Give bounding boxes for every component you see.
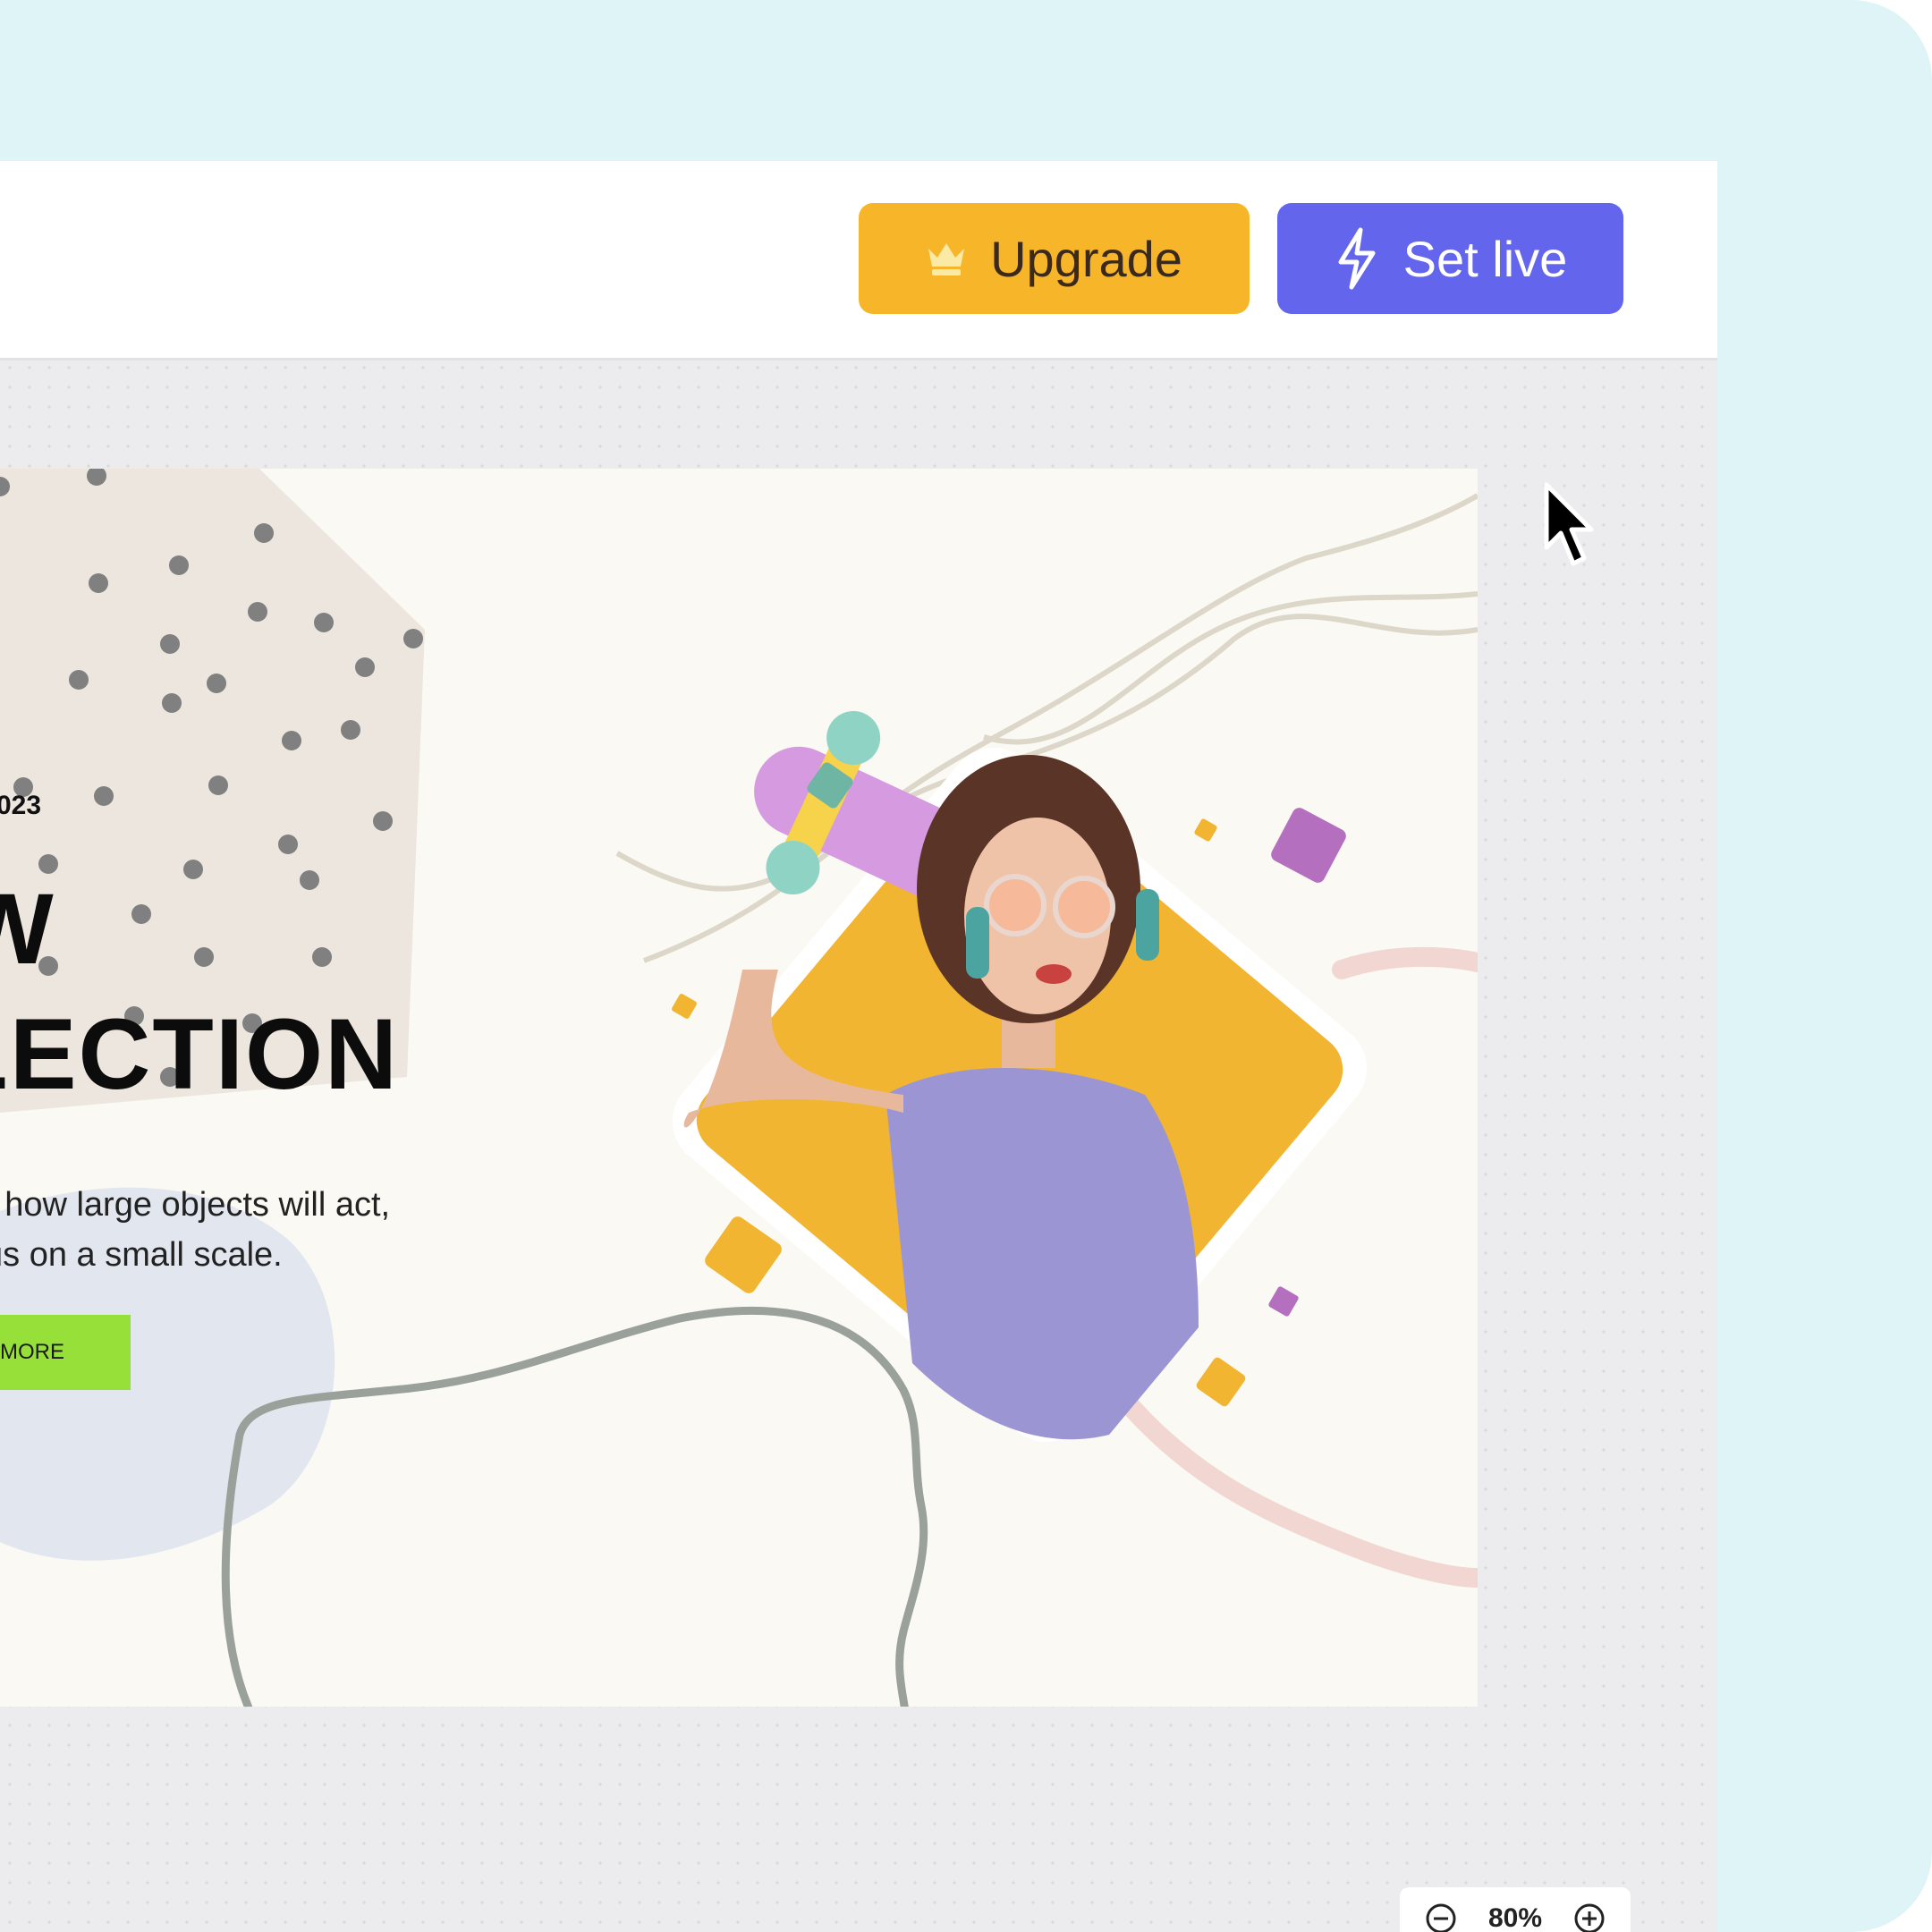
mouse-pointer-icon (1543, 481, 1597, 575)
design-canvas[interactable]: 023 W LLECTION r how large objects will … (0, 469, 1478, 1707)
set-live-button[interactable]: Set live (1277, 203, 1623, 314)
top-toolbar: Upgrade Set live (0, 161, 1717, 360)
zoom-control: 80% (1400, 1887, 1631, 1932)
collection-year: 023 (0, 791, 42, 820)
body-copy-line-1: r how large objects will act, (0, 1186, 391, 1224)
crown-icon (926, 240, 967, 277)
zoom-out-icon[interactable] (1425, 1902, 1457, 1932)
app-frame: Upgrade Set live 023 W ECTION r how larg… (0, 0, 1932, 1932)
headline-line-2: LLECTION (0, 998, 399, 1110)
read-more-label: MORE (0, 1340, 64, 1364)
upgrade-label: Upgrade (990, 230, 1182, 287)
body-copy-line-2: us on a small scale. (0, 1236, 283, 1274)
upgrade-button[interactable]: Upgrade (859, 203, 1250, 314)
body-copy: r how large objects will act, us on a sm… (0, 1180, 390, 1280)
zoom-level: 80% (1487, 1903, 1543, 1932)
editor-workspace: Upgrade Set live 023 W ECTION r how larg… (0, 161, 1717, 1932)
set-live-label: Set live (1402, 230, 1568, 287)
read-more-button[interactable]: MORE (0, 1315, 131, 1390)
zoom-in-icon[interactable] (1573, 1902, 1606, 1932)
lightning-icon (1334, 226, 1380, 291)
headline-line-1: W (0, 873, 55, 985)
